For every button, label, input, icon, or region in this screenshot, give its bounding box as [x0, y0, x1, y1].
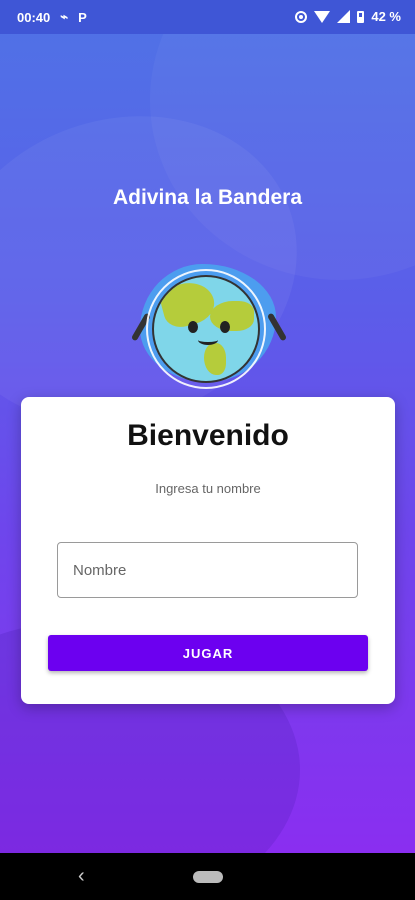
app-title: Adivina la Bandera: [112, 186, 303, 209]
globe-land: [204, 343, 226, 375]
globe-illustration: [130, 252, 288, 402]
status-bar: 00:40 ⌁ P 42 %: [0, 0, 415, 34]
navigation-bar: ‹: [0, 853, 415, 900]
welcome-heading: Bienvenido: [127, 419, 289, 452]
usb-icon: ⌁: [60, 9, 69, 24]
battery-percentage: 42 %: [371, 9, 401, 24]
vibrate-icon: [295, 10, 308, 23]
welcome-card: Bienvenido Ingresa tu nombre JUGAR: [21, 397, 395, 704]
wifi-icon: [314, 11, 331, 23]
globe-icon: [152, 275, 260, 383]
name-prompt: Ingresa tu nombre: [155, 481, 261, 496]
globe-land: [210, 301, 254, 331]
globe-smile: [198, 335, 218, 345]
globe-eye: [220, 321, 230, 333]
name-input[interactable]: [57, 542, 358, 598]
home-icon[interactable]: [193, 871, 223, 883]
battery-icon: [357, 10, 365, 23]
p-icon: P: [78, 9, 87, 25]
back-icon[interactable]: ‹: [78, 865, 85, 888]
globe-eye: [188, 321, 198, 333]
play-button[interactable]: JUGAR: [48, 635, 368, 671]
app-screen: 00:40 ⌁ P 42 % Adivina la Bandera Bienve…: [0, 0, 415, 853]
status-time: 00:40: [17, 9, 51, 25]
signal-icon: [337, 10, 351, 23]
